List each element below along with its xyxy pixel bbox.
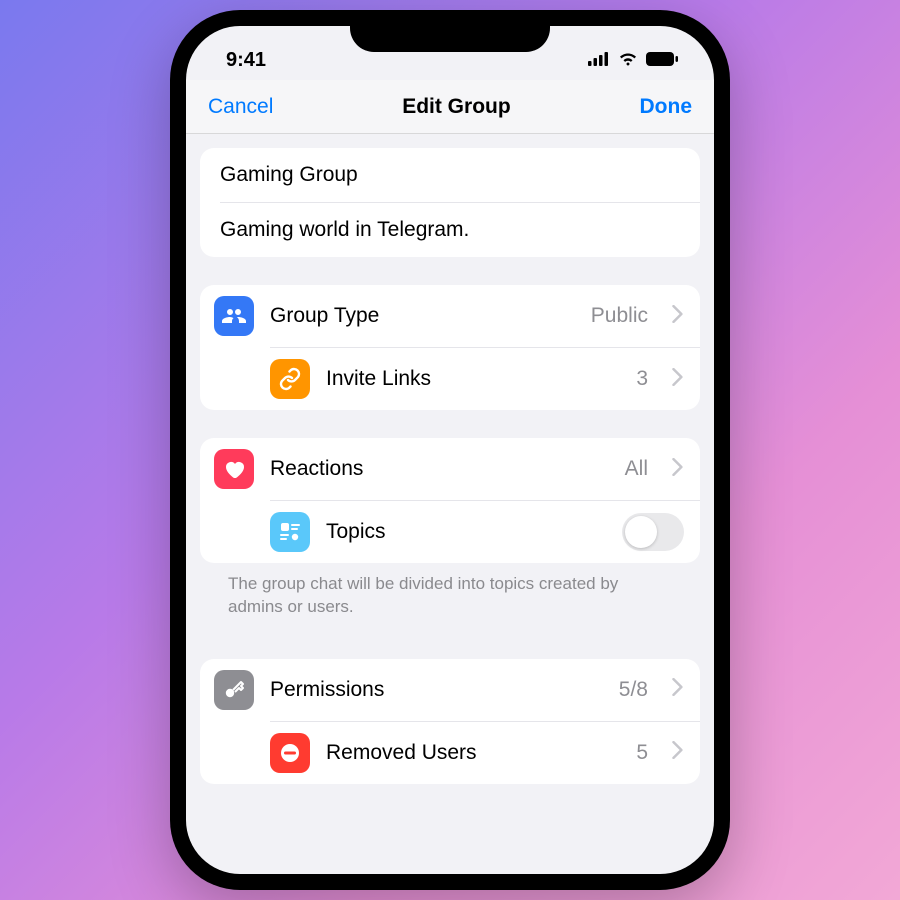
removed-users-row[interactable]: Removed Users 5 [270, 721, 700, 784]
cellular-icon [588, 49, 610, 72]
clock-label: 9:41 [226, 49, 266, 72]
screen: 9:41 Cancel Edit Group Done Gaming G [186, 26, 714, 874]
group-name-input[interactable]: Gaming Group [200, 148, 700, 202]
permissions-row[interactable]: Permissions 5/8 [200, 659, 700, 721]
done-button[interactable]: Done [640, 95, 693, 119]
topics-note: The group chat will be divided into topi… [200, 573, 700, 637]
group-info-card: Gaming Group Gaming world in Telegram. [200, 148, 700, 257]
chevron-right-icon [672, 678, 684, 701]
link-icon [270, 359, 310, 399]
topics-label: Topics [326, 520, 606, 544]
permissions-label: Permissions [270, 678, 603, 702]
navbar: Cancel Edit Group Done [186, 80, 714, 134]
topics-toggle[interactable] [622, 513, 684, 551]
notch [350, 10, 550, 52]
permissions-value: 5/8 [619, 678, 648, 702]
group-type-label: Group Type [270, 304, 575, 328]
group-type-value: Public [591, 304, 648, 328]
topics-icon [270, 512, 310, 552]
invite-links-label: Invite Links [326, 367, 620, 391]
admin-card: Permissions 5/8 Removed Users 5 [200, 659, 700, 784]
content: Gaming Group Gaming world in Telegram. G… [186, 134, 714, 784]
invite-links-value: 3 [636, 367, 648, 391]
access-card: Group Type Public Invite Links 3 [200, 285, 700, 410]
group-type-row[interactable]: Group Type Public [200, 285, 700, 347]
features-card: Reactions All Topics [200, 438, 700, 563]
chevron-right-icon [672, 368, 684, 391]
reactions-label: Reactions [270, 457, 609, 481]
key-icon [214, 670, 254, 710]
status-icons [588, 49, 678, 72]
removed-users-label: Removed Users [326, 741, 620, 765]
invite-links-row[interactable]: Invite Links 3 [270, 347, 700, 410]
reactions-row[interactable]: Reactions All [200, 438, 700, 500]
block-icon [270, 733, 310, 773]
wifi-icon [617, 49, 639, 72]
heart-icon [214, 449, 254, 489]
topics-row: Topics [270, 500, 700, 563]
group-description-input[interactable]: Gaming world in Telegram. [220, 202, 700, 257]
reactions-value: All [625, 457, 648, 481]
removed-users-value: 5 [636, 741, 648, 765]
group-icon [214, 296, 254, 336]
chevron-right-icon [672, 305, 684, 328]
phone-frame: 9:41 Cancel Edit Group Done Gaming G [170, 10, 730, 890]
cancel-button[interactable]: Cancel [208, 95, 273, 119]
battery-icon [646, 49, 678, 72]
chevron-right-icon [672, 458, 684, 481]
chevron-right-icon [672, 741, 684, 764]
page-title: Edit Group [402, 95, 511, 119]
